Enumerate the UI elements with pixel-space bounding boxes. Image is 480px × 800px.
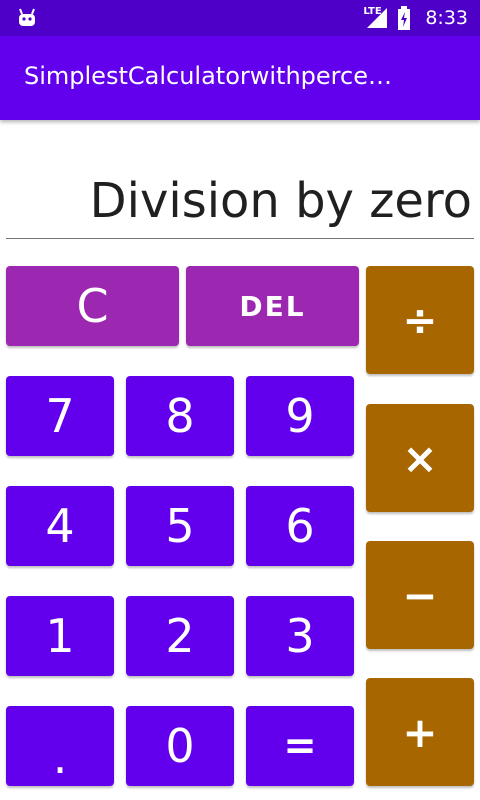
digit-6-button[interactable]: 6 bbox=[246, 486, 354, 566]
digit-6-label: 6 bbox=[285, 499, 315, 553]
divide-button[interactable]: ÷ bbox=[366, 266, 474, 374]
divide-button-label: ÷ bbox=[402, 295, 438, 345]
equals-button-label: = bbox=[283, 723, 317, 769]
digit-9-label: 9 bbox=[285, 389, 315, 443]
clear-button-label: C bbox=[76, 279, 109, 333]
digit-4-label: 4 bbox=[45, 499, 75, 553]
decimal-point-label: . bbox=[52, 730, 68, 784]
digit-1-button[interactable]: 1 bbox=[6, 596, 114, 676]
minus-button-label: − bbox=[402, 570, 438, 620]
clock: 8:33 bbox=[425, 7, 468, 29]
digit-7-label: 7 bbox=[45, 389, 75, 443]
plus-button-label: + bbox=[402, 707, 438, 757]
digit-4-button[interactable]: 4 bbox=[6, 486, 114, 566]
digit-8-label: 8 bbox=[165, 389, 195, 443]
equals-button[interactable]: = bbox=[246, 706, 354, 786]
status-bar: LTE 8:33 bbox=[0, 0, 480, 36]
digit-7-button[interactable]: 7 bbox=[6, 376, 114, 456]
app-title: SimplestCalculatorwithperce… bbox=[24, 62, 392, 90]
digit-2-label: 2 bbox=[165, 609, 195, 663]
multiply-button-label: × bbox=[402, 433, 438, 483]
digit-0-label: 0 bbox=[165, 719, 195, 773]
digit-3-label: 3 bbox=[285, 609, 315, 663]
decimal-point-button[interactable]: . bbox=[6, 706, 114, 786]
clear-button[interactable]: C bbox=[6, 266, 179, 346]
battery-icon bbox=[398, 6, 411, 30]
plus-button[interactable]: + bbox=[366, 678, 474, 786]
digit-1-label: 1 bbox=[45, 609, 75, 663]
digit-5-label: 5 bbox=[165, 499, 195, 553]
signal-icon: LTE bbox=[363, 6, 389, 30]
result-display: Division by zero bbox=[89, 173, 472, 229]
status-icons: LTE 8:33 bbox=[363, 0, 468, 36]
digit-3-button[interactable]: 3 bbox=[246, 596, 354, 676]
delete-button[interactable]: DEL bbox=[186, 266, 359, 346]
digit-9-button[interactable]: 9 bbox=[246, 376, 354, 456]
display-underline bbox=[6, 238, 474, 239]
multiply-button[interactable]: × bbox=[366, 404, 474, 512]
android-icon bbox=[19, 8, 35, 26]
digit-0-button[interactable]: 0 bbox=[126, 706, 234, 786]
delete-button-label: DEL bbox=[239, 289, 306, 323]
digit-8-button[interactable]: 8 bbox=[126, 376, 234, 456]
digit-5-button[interactable]: 5 bbox=[126, 486, 234, 566]
digit-2-button[interactable]: 2 bbox=[126, 596, 234, 676]
app-bar: SimplestCalculatorwithperce… bbox=[0, 36, 480, 120]
minus-button[interactable]: − bbox=[366, 541, 474, 649]
